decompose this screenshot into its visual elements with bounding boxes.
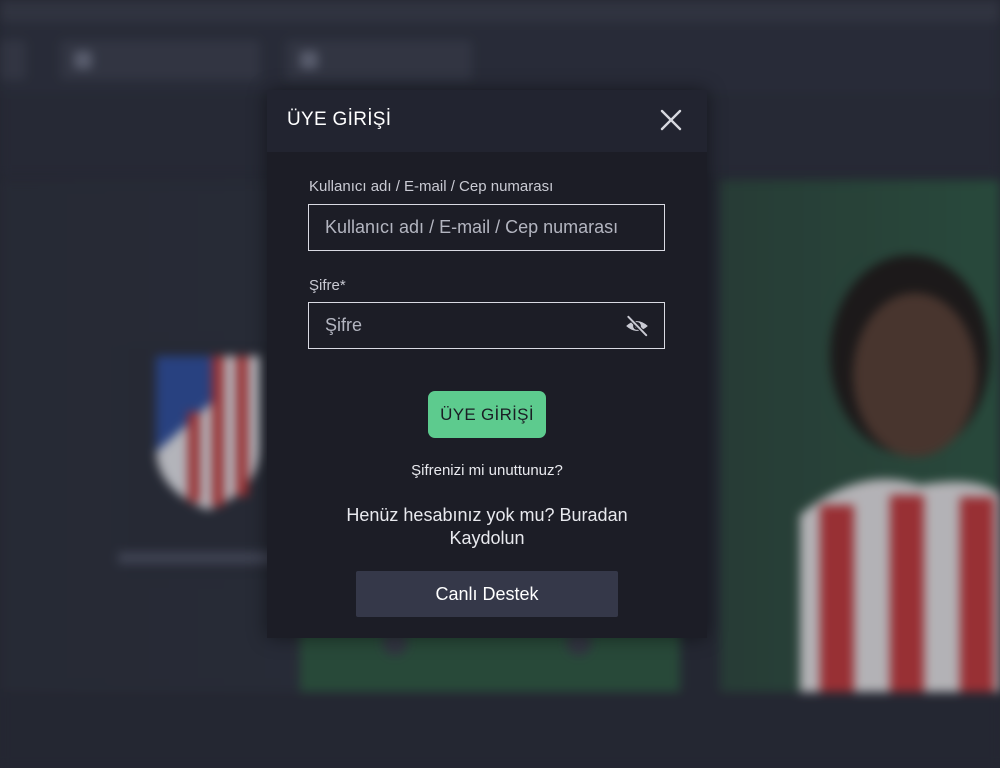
live-support-button[interactable]: Canlı Destek [356, 571, 618, 617]
forgot-password-link[interactable]: Şifrenizi mi unuttunuz? [267, 462, 707, 479]
password-input[interactable] [309, 303, 664, 348]
register-prompt-text: Henüz hesabınız yok mu? [346, 505, 555, 525]
username-input[interactable] [309, 205, 664, 250]
modal-header: ÜYE GİRİŞİ [267, 90, 707, 152]
username-field-wrapper [308, 204, 665, 251]
password-field-wrapper [308, 302, 665, 349]
modal-title: ÜYE GİRİŞİ [287, 109, 392, 130]
login-modal: ÜYE GİRİŞİ Kullanıcı adı / E-mail / Cep … [267, 90, 707, 638]
eye-off-icon[interactable] [624, 313, 650, 339]
password-label: Şifre* [309, 277, 346, 294]
username-label: Kullanıcı adı / E-mail / Cep numarası [309, 178, 554, 195]
register-prompt: Henüz hesabınız yok mu? Buradan Kaydolun [327, 504, 647, 550]
close-icon[interactable] [657, 106, 685, 134]
login-button[interactable]: ÜYE GİRİŞİ [428, 391, 546, 438]
